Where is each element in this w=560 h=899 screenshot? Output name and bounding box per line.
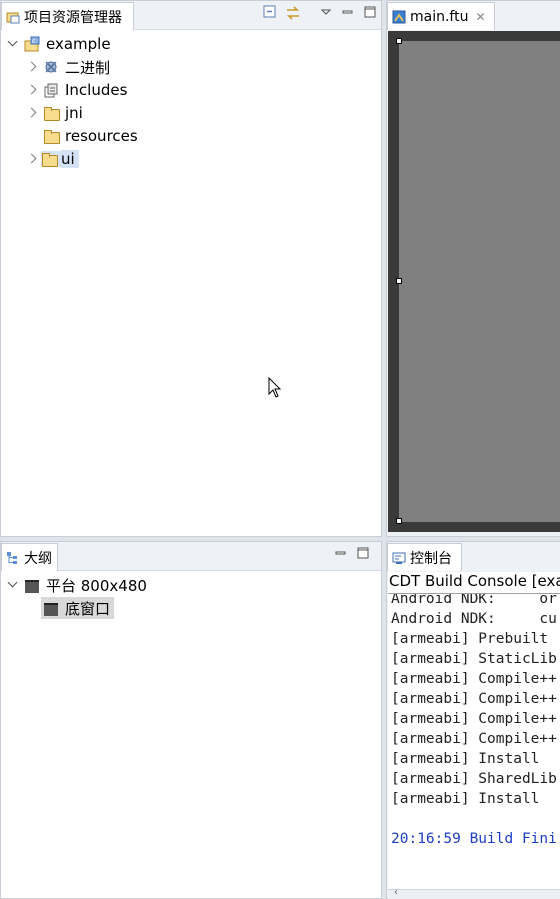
ftu-file-icon — [392, 10, 406, 24]
folder-icon — [43, 105, 60, 121]
console-icon — [392, 551, 406, 565]
console-line: Android NDK: or — [391, 594, 557, 607]
tree-item-label: jni — [65, 104, 83, 122]
outline-window-label: 底窗口 — [65, 599, 111, 618]
console-line-build-finished: 20:16:59 Build Fini — [391, 831, 557, 847]
tab-label: 大纲 — [24, 550, 52, 567]
console-line: [armeabi] Compile++ — [391, 691, 557, 707]
tree-item-ui[interactable]: ui — [25, 148, 79, 170]
binaries-icon — [43, 59, 59, 75]
tab-project-explorer[interactable]: 项目资源管理器 — [1, 2, 134, 30]
tree-item-includes[interactable]: Includes — [25, 79, 129, 101]
console-horizontal-scrollbar[interactable]: ‹ — [388, 887, 560, 899]
design-canvas-frame — [388, 31, 560, 532]
tree-item-binaries[interactable]: 二进制 — [25, 56, 112, 78]
console-line: [armeabi] StaticLib — [391, 651, 557, 667]
tab-outline[interactable]: 大纲 — [1, 543, 58, 571]
chevron-down-icon[interactable] — [6, 37, 20, 51]
project-explorer-panel: 项目资源管理器 c example 二进制 Includes jni resou… — [0, 0, 382, 537]
close-icon[interactable]: ✕ — [475, 10, 485, 24]
console-output[interactable]: Android NDK: or Android NDK: cu [armeabi… — [388, 594, 560, 890]
resize-handle-top-left[interactable] — [396, 38, 402, 44]
chevron-right-icon[interactable] — [25, 106, 39, 120]
folder-icon — [43, 128, 60, 144]
tab-label: 控制台 — [410, 550, 452, 567]
includes-icon — [43, 82, 59, 98]
chevron-down-icon[interactable] — [6, 578, 20, 592]
chevron-placeholder — [25, 129, 39, 143]
console-title: CDT Build Console [exam — [388, 572, 560, 594]
scroll-left-icon[interactable]: ‹ — [394, 887, 398, 898]
tree-item-label: ui — [61, 150, 79, 168]
explorer-toolbar — [263, 5, 377, 20]
console-line: [armeabi] Prebuilt — [391, 631, 549, 647]
tab-label: main.ftu — [410, 8, 469, 25]
svg-text:c: c — [32, 38, 35, 45]
minimize-icon[interactable] — [334, 546, 348, 560]
project-explorer-icon — [6, 10, 20, 24]
resize-handle-bottom-left[interactable] — [396, 518, 402, 524]
outline-icon — [6, 551, 20, 565]
chevron-right-icon[interactable] — [25, 152, 39, 166]
tab-main-ftu[interactable]: main.ftu ✕ — [387, 2, 495, 30]
tab-console[interactable]: 控制台 — [387, 543, 462, 571]
folder-icon — [41, 151, 61, 167]
collapse-all-icon[interactable] — [263, 5, 277, 19]
view-menu-icon[interactable] — [319, 5, 333, 19]
chevron-right-icon[interactable] — [25, 83, 39, 97]
window-icon — [43, 600, 59, 616]
tree-item-label: resources — [65, 127, 138, 145]
tree-item-label: 二进制 — [65, 58, 111, 77]
outline-platform-label: 平台 800x480 — [46, 576, 147, 595]
outline-panel: 大纲 平台 800x480 底窗口 — [0, 541, 382, 899]
console-line: [armeabi] Compile++ — [391, 731, 557, 747]
link-with-editor-icon[interactable] — [285, 5, 301, 20]
console-line: [armeabi] Install — [391, 751, 540, 767]
design-canvas[interactable] — [399, 41, 560, 522]
tab-label: 项目资源管理器 — [24, 9, 122, 26]
tree-item-label: Includes — [65, 81, 128, 99]
resize-handle-mid-left[interactable] — [396, 278, 402, 284]
console-line: [armeabi] SharedLib — [391, 771, 557, 787]
console-line: [armeabi] Compile++ — [391, 671, 557, 687]
project-icon: c — [24, 36, 40, 52]
explorer-tabbar: 项目资源管理器 — [1, 1, 381, 30]
window-icon — [24, 577, 40, 593]
maximize-icon[interactable] — [356, 546, 370, 560]
tree-item-jni[interactable]: jni — [25, 102, 85, 124]
tree-item-resources[interactable]: resources — [25, 125, 140, 147]
mouse-cursor-icon — [268, 376, 282, 403]
outline-item-window[interactable]: 底窗口 — [41, 597, 115, 619]
outline-tabbar: 大纲 — [1, 542, 381, 571]
minimize-icon[interactable] — [341, 5, 355, 19]
outline-item-platform[interactable]: 平台 800x480 — [6, 574, 149, 596]
outline-toolbar — [334, 546, 370, 560]
console-line: Android NDK: cu — [391, 611, 557, 627]
maximize-icon[interactable] — [363, 5, 377, 19]
project-label: example — [46, 35, 111, 53]
console-line: [armeabi] Install — [391, 791, 540, 807]
chevron-right-icon[interactable] — [25, 60, 39, 74]
tree-item-example[interactable]: c example — [6, 33, 113, 55]
console-line: [armeabi] Compile++ — [391, 711, 557, 727]
